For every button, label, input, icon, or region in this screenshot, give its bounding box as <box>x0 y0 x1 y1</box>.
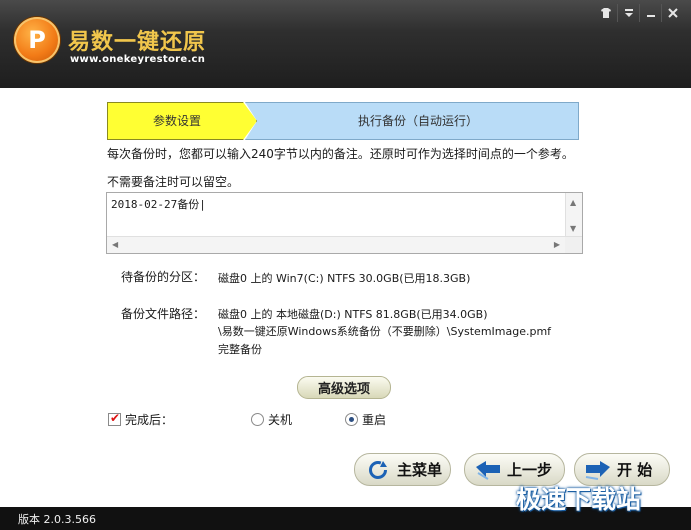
forward-arrow-icon <box>583 458 613 482</box>
app-logo: P <box>14 17 60 63</box>
scroll-up-icon[interactable]: ▲ <box>570 198 576 207</box>
scroll-down-icon[interactable]: ▼ <box>570 224 576 233</box>
title-bar: P 易数一键还原 www.onekeyrestore.cn <box>0 0 691 88</box>
back-arrow-icon <box>473 458 503 482</box>
shutdown-radio[interactable] <box>251 413 264 426</box>
scroll-right-icon[interactable]: ▶ <box>554 240 560 249</box>
main-menu-label: 主菜单 <box>397 461 443 479</box>
shirt-icon[interactable] <box>595 4 617 22</box>
step-parameter-settings-label: 参数设置 <box>152 114 201 128</box>
backup-path-label: 备份文件路径： <box>120 307 205 321</box>
hint-text-2: 不需要备注时可以留空。 <box>107 175 240 189</box>
step-indicator: 执行备份（自动运行） 参数设置 <box>107 102 579 140</box>
refresh-icon <box>363 458 393 482</box>
app-url: www.onekeyrestore.cn <box>70 54 206 65</box>
note-input-value: 2018-02-27备份| <box>111 198 206 211</box>
advanced-options-button[interactable]: 高级选项 <box>297 376 391 399</box>
app-title: 易数一键还原 <box>68 30 207 55</box>
partition-label: 待备份的分区： <box>120 270 205 284</box>
after-complete-checkbox[interactable] <box>108 411 121 426</box>
hint-text: 每次备份时，您都可以输入240字节以内的备注。还原时可作为选择时间点的一个参考。 <box>107 147 574 161</box>
watermark: 极速下载站 <box>516 485 642 514</box>
previous-step-label: 上一步 <box>507 461 553 479</box>
scroll-left-icon[interactable]: ◀ <box>112 240 118 249</box>
backup-type: 完整备份 <box>218 343 262 356</box>
menu-icon[interactable] <box>617 4 639 22</box>
vertical-scrollbar[interactable]: ▲ ▼ <box>565 193 582 237</box>
after-complete-label: 完成后： <box>125 413 174 427</box>
restart-radio[interactable] <box>345 413 358 426</box>
main-menu-button[interactable]: 主菜单 <box>354 453 451 486</box>
partition-value: 磁盘0 上的 Win7(C:) NTFS 30.0GB(已用18.3GB) <box>218 272 471 285</box>
restart-label: 重启 <box>362 413 387 427</box>
logo-glyph: P <box>28 26 46 54</box>
minimize-icon[interactable] <box>639 4 661 22</box>
close-icon[interactable] <box>661 4 683 22</box>
version-text: 版本 2.0.3.566 <box>18 513 96 526</box>
backup-path-line1: 磁盘0 上的 本地磁盘(D:) NTFS 81.8GB(已用34.0GB) <box>218 308 488 321</box>
horizontal-scrollbar[interactable]: ◀ ▶ <box>107 236 582 253</box>
step-execute-backup-label: 执行备份（自动运行） <box>357 114 478 128</box>
window-controls <box>595 4 683 22</box>
shutdown-label: 关机 <box>268 413 293 427</box>
note-input[interactable]: 2018-02-27备份| ▲ ▼ ◀ ▶ <box>106 192 583 254</box>
backup-path-line2: \易数一键还原Windows系统备份（不要删除）\SystemImage.pmf <box>218 325 552 338</box>
scroll-corner <box>565 237 582 253</box>
start-label: 开 始 <box>617 461 653 479</box>
